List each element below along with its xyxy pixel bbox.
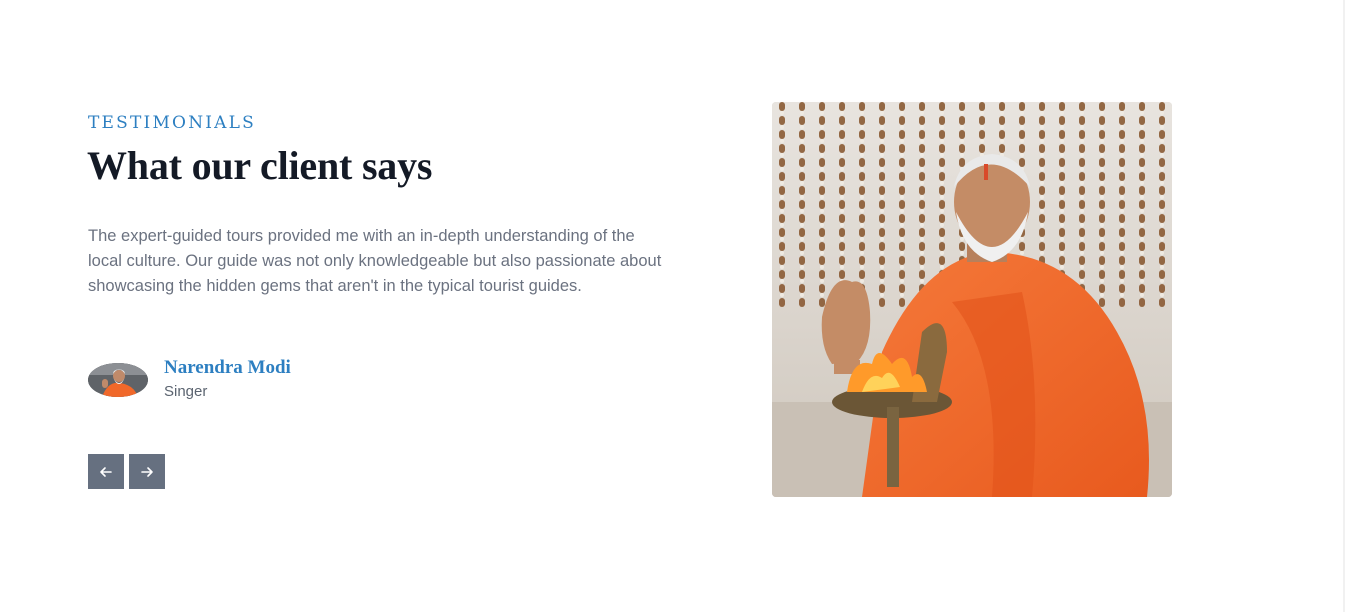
author-name: Narendra Modi — [164, 357, 291, 378]
author-avatar — [88, 363, 148, 397]
author-avatar-image — [88, 363, 148, 397]
author-role: Singer — [164, 383, 208, 400]
section-heading: What our client says — [87, 143, 433, 188]
arrow-right-icon — [141, 466, 153, 477]
testimonial-photo — [772, 102, 1172, 497]
testimonial-quote: The expert-guided tours provided me with… — [88, 227, 662, 295]
next-testimonial-button[interactable] — [129, 454, 165, 489]
client-portrait-image — [772, 102, 1172, 497]
section-eyebrow: TESTIMONIALS — [88, 113, 256, 133]
previous-testimonial-button[interactable] — [88, 454, 124, 489]
arrow-left-icon — [100, 466, 112, 477]
